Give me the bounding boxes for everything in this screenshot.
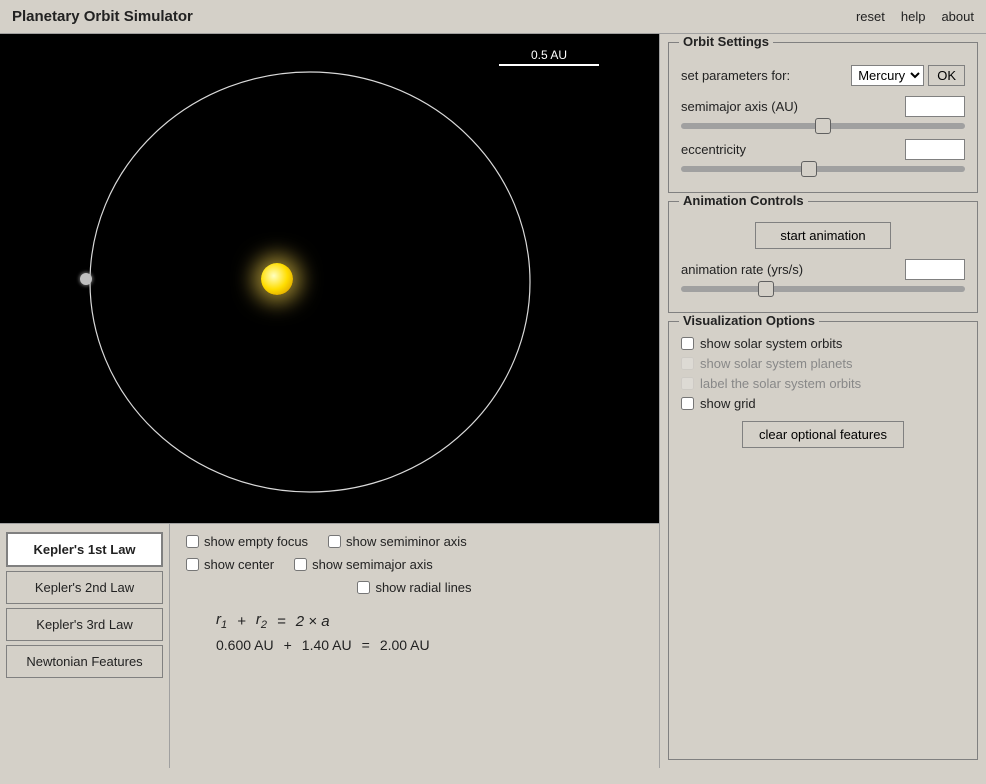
orbit-settings-panel: Orbit Settings set parameters for: Mercu… — [668, 42, 978, 193]
show-solar-orbits-row: show solar system orbits — [681, 336, 965, 351]
show-semimajor-axis-item[interactable]: show semimajor axis — [294, 557, 433, 572]
clear-optional-features-button[interactable]: clear optional features — [742, 421, 904, 448]
animation-rate-label: animation rate (yrs/s) — [681, 262, 905, 277]
sun — [261, 263, 293, 295]
checkbox-row-1: show empty focus show semiminor axis — [186, 534, 643, 549]
planet — [80, 273, 92, 285]
animation-rate-slider-thumb[interactable] — [758, 281, 774, 297]
orbit-settings-title: Orbit Settings — [679, 34, 773, 49]
show-grid-row: show grid — [681, 396, 965, 411]
eccentricity-slider-track[interactable] — [681, 166, 965, 172]
show-solar-orbits-checkbox[interactable] — [681, 337, 694, 350]
help-link[interactable]: help — [901, 9, 926, 24]
law-tabs: Kepler's 1st Law Kepler's 2nd Law Kepler… — [0, 524, 170, 768]
main-layout: 0.5 AU Kepler's 1st Law Kepler's 2nd Law… — [0, 34, 986, 768]
semimajor-axis-label: semimajor axis (AU) — [681, 99, 905, 114]
eccentricity-slider-thumb[interactable] — [801, 161, 817, 177]
formula-plus: + — [237, 613, 246, 630]
show-empty-focus-label: show empty focus — [204, 534, 308, 549]
animation-rate-slider-track[interactable] — [681, 286, 965, 292]
tab-kepler1[interactable]: Kepler's 1st Law — [6, 532, 163, 567]
show-empty-focus-item[interactable]: show empty focus — [186, 534, 308, 549]
formula-values: 0.600 AU + 1.40 AU = 2.00 AU — [186, 637, 643, 653]
label-solar-orbits-checkbox[interactable] — [681, 377, 694, 390]
tab-kepler3[interactable]: Kepler's 3rd Law — [6, 608, 163, 641]
start-animation-button[interactable]: start animation — [755, 222, 890, 249]
viz-options-title: Visualization Options — [679, 313, 819, 328]
show-semiminor-axis-item[interactable]: show semiminor axis — [328, 534, 467, 549]
eccentricity-row: eccentricity 0.400 — [681, 139, 965, 160]
show-grid-checkbox[interactable] — [681, 397, 694, 410]
formula-r2: r2 — [256, 611, 267, 631]
visualization-options-panel: Visualization Options show solar system … — [668, 321, 978, 760]
semimajor-axis-row: semimajor axis (AU) 1.00 — [681, 96, 965, 117]
planet-select[interactable]: Mercury — [851, 65, 924, 86]
show-radial-lines-item[interactable]: show radial lines — [357, 580, 471, 595]
show-radial-lines-checkbox[interactable] — [357, 581, 370, 594]
show-center-checkbox[interactable] — [186, 558, 199, 571]
semimajor-axis-input[interactable]: 1.00 — [905, 96, 965, 117]
show-solar-orbits-label: show solar system orbits — [700, 336, 842, 351]
value-r2: 1.40 AU — [302, 637, 352, 653]
checkbox-row-3: show radial lines — [186, 580, 643, 595]
value-plus: + — [284, 637, 292, 653]
eccentricity-input[interactable]: 0.400 — [905, 139, 965, 160]
label-solar-orbits-label: label the solar system orbits — [700, 376, 861, 391]
formula-r1: r1 — [216, 611, 227, 631]
label-solar-orbits-row: label the solar system orbits — [681, 376, 965, 391]
top-bar: Planetary Orbit Simulator reset help abo… — [0, 0, 986, 34]
show-radial-lines-label: show radial lines — [375, 580, 471, 595]
tab-newtonian[interactable]: Newtonian Features — [6, 645, 163, 678]
show-empty-focus-checkbox[interactable] — [186, 535, 199, 548]
value-rhs: 2.00 AU — [380, 637, 430, 653]
set-params-row: set parameters for: Mercury OK — [681, 65, 965, 86]
tab-kepler2[interactable]: Kepler's 2nd Law — [6, 571, 163, 604]
show-semiminor-axis-checkbox[interactable] — [328, 535, 341, 548]
show-semimajor-axis-label: show semimajor axis — [312, 557, 433, 572]
app-title: Planetary Orbit Simulator — [12, 8, 193, 25]
value-eq: = — [362, 637, 370, 653]
animation-rate-input[interactable]: 0.20 — [905, 259, 965, 280]
right-panel: Orbit Settings set parameters for: Mercu… — [660, 34, 986, 768]
animation-rate-row: animation rate (yrs/s) 0.20 — [681, 259, 965, 280]
formula-eq: = — [277, 613, 286, 630]
show-semimajor-axis-checkbox[interactable] — [294, 558, 307, 571]
set-params-label: set parameters for: — [681, 68, 851, 83]
show-semiminor-axis-label: show semiminor axis — [346, 534, 467, 549]
left-panel: 0.5 AU Kepler's 1st Law Kepler's 2nd Law… — [0, 34, 660, 768]
show-solar-planets-label: show solar system planets — [700, 356, 852, 371]
animation-controls-title: Animation Controls — [679, 193, 808, 208]
eccentricity-label: eccentricity — [681, 142, 905, 157]
formula-display: r1 + r2 = 2 × a — [186, 611, 643, 631]
about-link[interactable]: about — [941, 9, 974, 24]
show-solar-planets-checkbox[interactable] — [681, 357, 694, 370]
animation-controls-panel: Animation Controls start animation anima… — [668, 201, 978, 313]
show-solar-planets-row: show solar system planets — [681, 356, 965, 371]
show-center-label: show center — [204, 557, 274, 572]
ok-button[interactable]: OK — [928, 65, 965, 86]
orbit-svg — [0, 34, 659, 523]
semimajor-slider-container — [681, 123, 965, 129]
checkbox-row-2: show center show semimajor axis — [186, 557, 643, 572]
animation-rate-slider-container — [681, 286, 965, 292]
semimajor-slider-thumb[interactable] — [815, 118, 831, 134]
show-grid-label: show grid — [700, 396, 756, 411]
top-nav: reset help about — [856, 9, 974, 24]
bottom-panel: Kepler's 1st Law Kepler's 2nd Law Kepler… — [0, 524, 659, 768]
semimajor-slider-track[interactable] — [681, 123, 965, 129]
canvas-area: 0.5 AU — [0, 34, 659, 524]
formula-rhs: 2 × a — [296, 613, 330, 630]
value-r1: 0.600 AU — [216, 637, 274, 653]
law-content: show empty focus show semiminor axis sho… — [170, 524, 659, 768]
reset-link[interactable]: reset — [856, 9, 885, 24]
eccentricity-slider-container — [681, 166, 965, 172]
show-center-item[interactable]: show center — [186, 557, 274, 572]
